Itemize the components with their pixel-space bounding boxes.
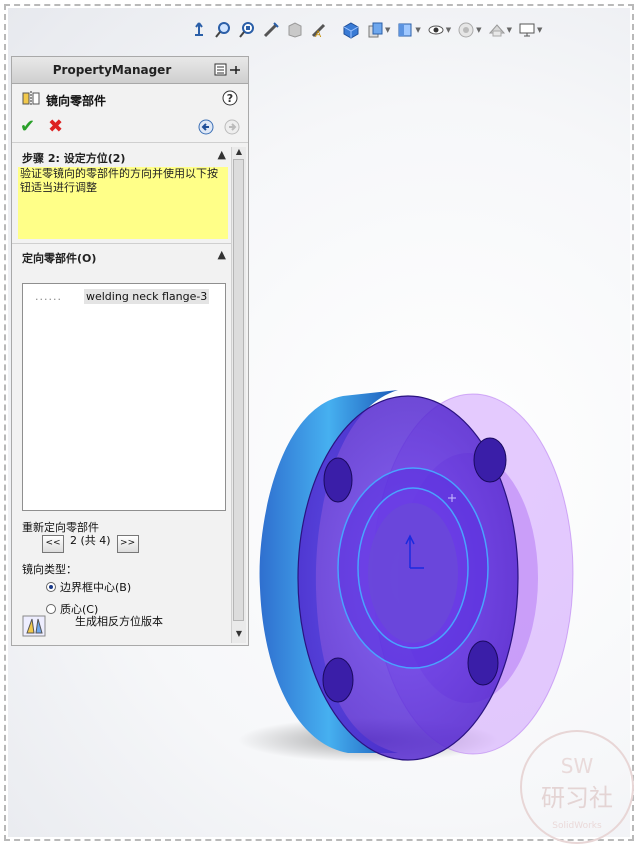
feature-title-row: 镜向零部件 ? <box>12 84 248 112</box>
zoom-to-fit-icon[interactable] <box>212 19 234 41</box>
watermark-logo: SW 研习社 SolidWorks <box>520 730 634 844</box>
component-nav-row: << 2 (共 4) >> <box>42 534 139 553</box>
list-item-label: welding neck flange-3 <box>83 289 210 304</box>
chevron-down-icon[interactable]: ▼ <box>537 26 542 34</box>
apply-scene-icon[interactable] <box>425 19 447 41</box>
chevron-down-icon[interactable]: ▼ <box>415 26 420 34</box>
step-message: 验证零镜向的零部件的方向并使用以下按钮适当进行调整 <box>18 167 228 239</box>
flange-model[interactable] <box>238 368 598 778</box>
zoom-area-icon[interactable] <box>236 19 258 41</box>
action-row: ✔ ✖ <box>12 112 248 143</box>
svg-text:研习社: 研习社 <box>541 784 613 812</box>
ok-check-icon[interactable]: ✔ <box>20 116 35 137</box>
radio-label: 边界框中心(B) <box>60 581 132 594</box>
back-arrow-icon[interactable] <box>198 119 214 139</box>
radio-bounding-box-center[interactable]: 边界框中心(B) <box>46 579 131 595</box>
divider <box>12 243 234 244</box>
feature-title: 镜向零部件 <box>46 94 107 108</box>
generate-opposite-label: 生成相反方位版本 <box>75 615 163 628</box>
forward-arrow-icon[interactable] <box>224 119 240 139</box>
radio-selected-icon[interactable] <box>46 582 56 592</box>
chevron-up-icon[interactable]: ▲ <box>218 248 226 261</box>
mirror-type-label: 镜向类型： <box>22 563 77 576</box>
step-group-title: 步骤 2: 设定方位(2) <box>22 152 126 165</box>
bolt-hole <box>473 437 507 483</box>
svg-text:A: A <box>315 30 322 39</box>
step-group-header[interactable]: 步骤 2: 设定方位(2) ▲ <box>12 145 234 167</box>
tree-line: ...... <box>35 290 62 303</box>
bolt-hole <box>467 640 499 686</box>
chevron-down-icon[interactable]: ▼ <box>476 26 481 34</box>
chevron-down-icon[interactable]: ▼ <box>446 26 451 34</box>
chevron-down-icon[interactable]: ▼ <box>385 26 390 34</box>
property-manager-header: PropertyManager <box>12 57 248 84</box>
mirror-components-icon <box>22 90 40 110</box>
svg-text:SolidWorks: SolidWorks <box>552 821 602 831</box>
view-settings-icon[interactable] <box>455 19 477 41</box>
property-manager-panel: PropertyManager 镜向零部件 ? ✔ ✖ 步骤 2: 设定方位(2… <box>11 56 249 646</box>
chevron-down-icon[interactable]: ▼ <box>507 26 512 34</box>
next-component-button[interactable]: >> <box>116 535 139 553</box>
scroll-down-icon[interactable]: ▼ <box>232 629 246 643</box>
orient-components-list[interactable]: ...... welding neck flange-3 <box>22 283 226 511</box>
bolt-hole <box>323 457 353 503</box>
previous-component-button[interactable]: << <box>42 535 64 553</box>
radio-unselected-icon[interactable] <box>46 604 56 614</box>
orient-group-header[interactable]: 定向零部件(O) ▲ <box>12 245 234 267</box>
previous-view-icon[interactable] <box>260 19 282 41</box>
cancel-x-icon[interactable]: ✖ <box>48 116 63 137</box>
hide-show-icon[interactable] <box>364 19 386 41</box>
heads-up-toolbar: A ▼ ▼ ▼ ▼ ▼ ▼ <box>188 16 544 44</box>
component-count: 2 (共 4) <box>70 534 111 547</box>
scene-icon[interactable] <box>486 19 508 41</box>
edit-appearance-icon[interactable] <box>394 19 416 41</box>
display-style-icon[interactable] <box>340 19 362 41</box>
monitor-icon[interactable] <box>516 19 538 41</box>
dynamic-annotation-icon[interactable]: A <box>308 19 330 41</box>
orient-group-title: 定向零部件(O) <box>22 252 97 265</box>
property-manager-title: PropertyManager <box>52 63 172 77</box>
chevron-up-icon[interactable]: ▲ <box>218 148 226 161</box>
svg-text:?: ? <box>227 92 233 105</box>
list-item[interactable]: ...... welding neck flange-3 <box>35 289 210 304</box>
pin-icon[interactable] <box>214 62 242 81</box>
bolt-hole <box>322 657 354 703</box>
scroll-thumb[interactable] <box>233 159 244 621</box>
property-manager-content: 步骤 2: 设定方位(2) ▲ 验证零镜向的零部件的方向并使用以下按钮适当进行调… <box>12 145 234 645</box>
help-icon[interactable]: ? <box>222 90 238 110</box>
section-view-icon[interactable] <box>284 19 306 41</box>
bore <box>368 503 458 643</box>
opposite-hand-icon[interactable] <box>22 615 46 641</box>
svg-text:SW: SW <box>561 754 594 778</box>
panel-scrollbar[interactable]: ▲ ▼ <box>231 147 246 643</box>
view-orientation-icon[interactable] <box>188 19 210 41</box>
